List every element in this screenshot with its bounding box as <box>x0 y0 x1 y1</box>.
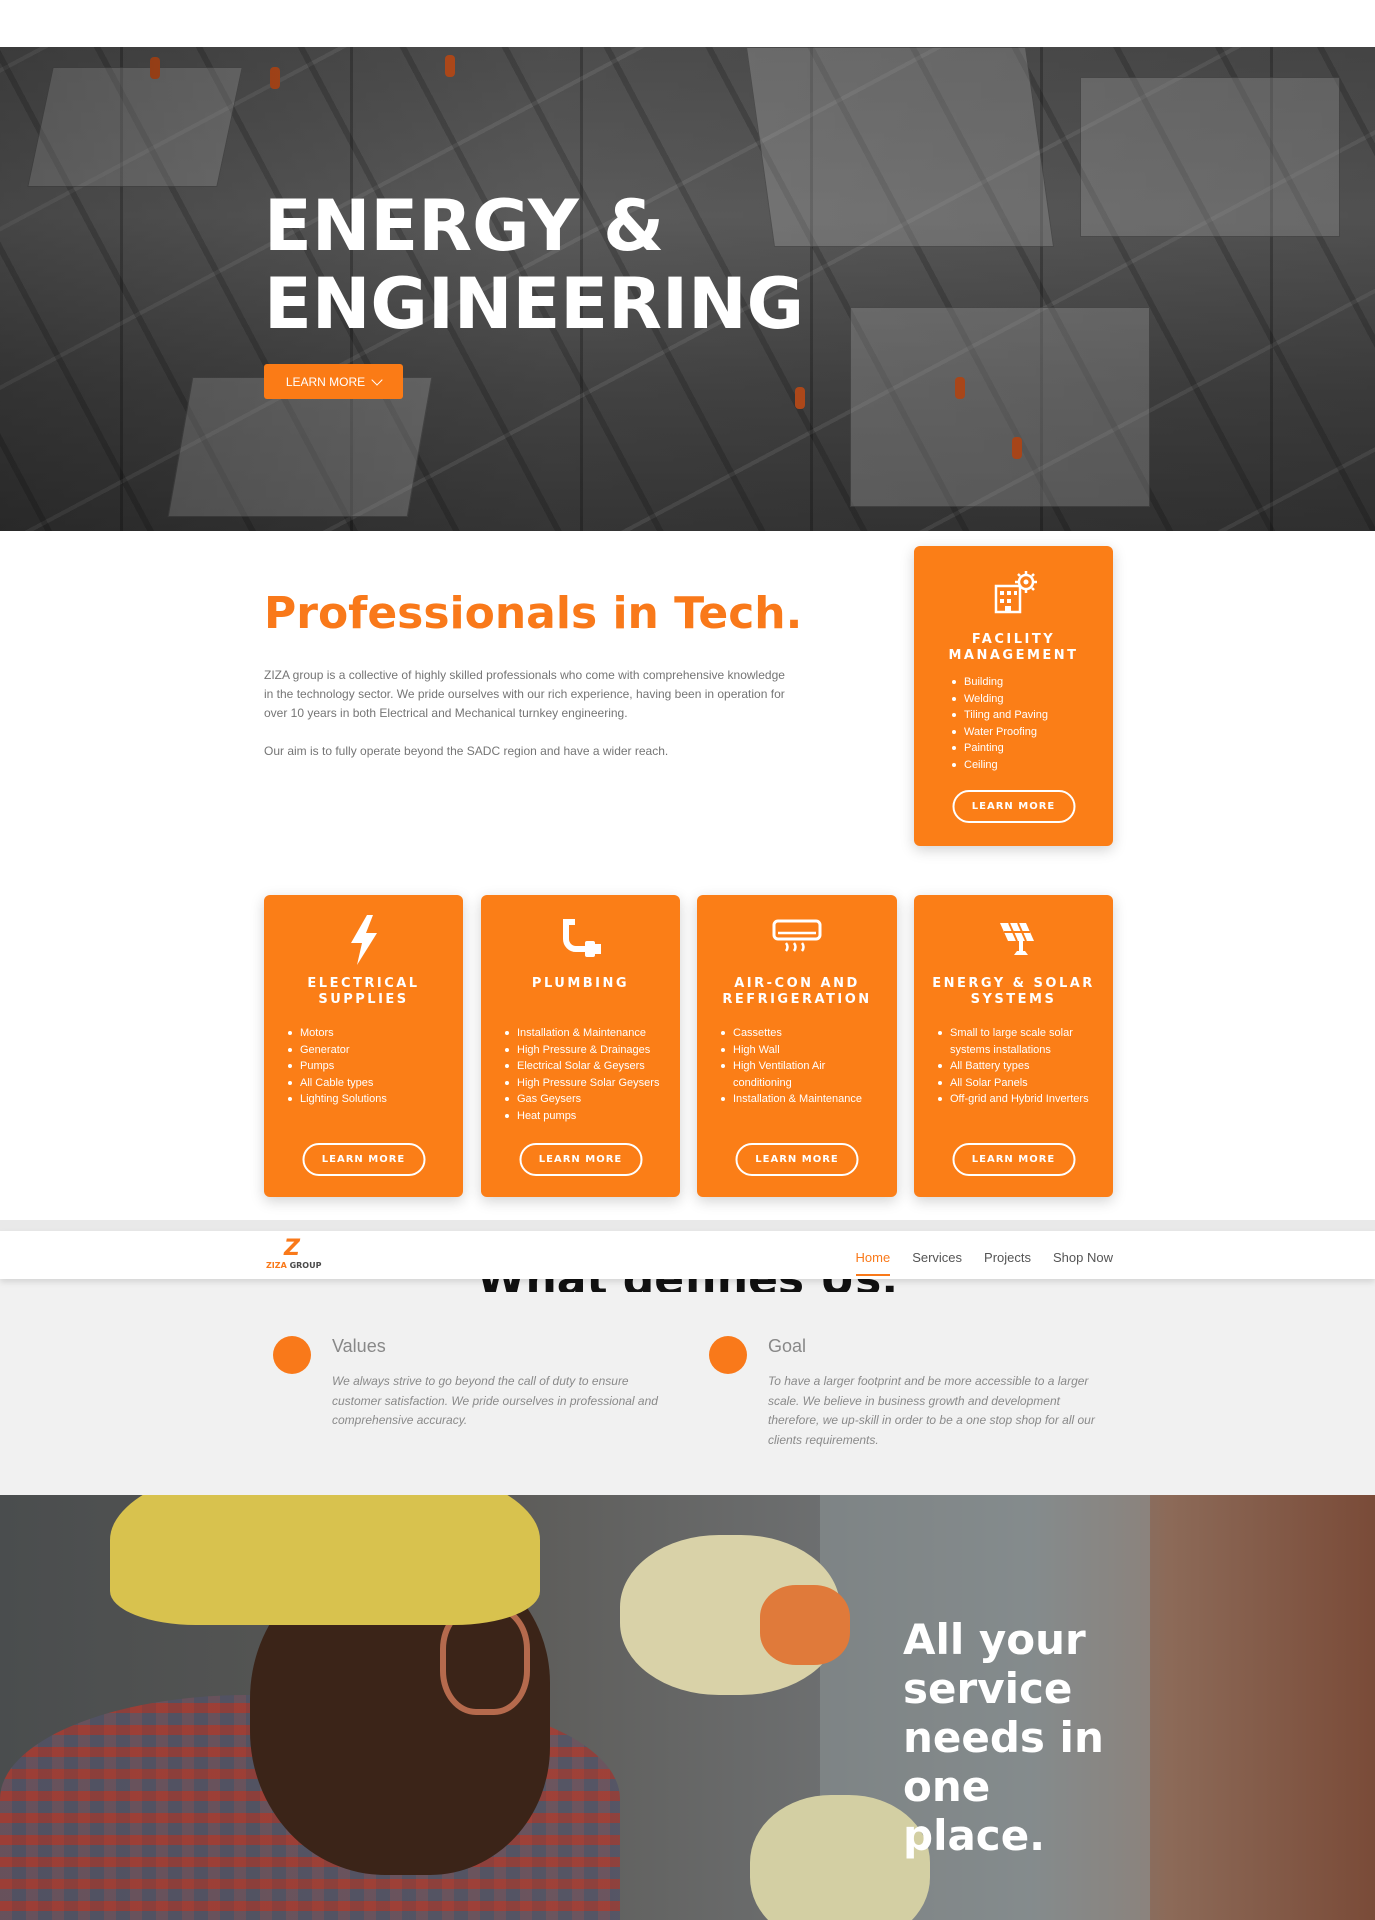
list-item: All Cable types <box>286 1075 456 1092</box>
logo-mark-icon: Z <box>284 1236 300 1261</box>
list-item: High Pressure Solar Geysers <box>503 1075 678 1092</box>
list-item: Tiling and Paving <box>950 707 1048 724</box>
card-list: Building Welding Tiling and Paving Water… <box>950 674 1048 773</box>
card-title: ENERGY & SOLAR SYSTEMS <box>932 976 1095 1007</box>
nav-links: Home Services Projects Shop Now <box>855 1231 1113 1279</box>
list-item: High Pressure & Drainages <box>503 1042 678 1059</box>
list-item: Ceiling <box>950 757 1048 774</box>
nav-link-home[interactable]: Home <box>855 1246 890 1276</box>
intro-paragraph: Our aim is to fully operate beyond the S… <box>264 744 669 758</box>
goal-dot-icon <box>709 1336 747 1374</box>
list-item: Water Proofing <box>950 724 1048 741</box>
card-title: FACILITY MANAGEMENT <box>948 632 1079 663</box>
nav-link-projects[interactable]: Projects <box>984 1246 1031 1265</box>
intro-paragraph: ZIZA group is a collective of highly ski… <box>264 668 785 720</box>
goal-title: Goal <box>768 1336 807 1356</box>
list-item: Generator <box>286 1042 456 1059</box>
hero-learn-more-button[interactable]: LEARN MORE <box>264 364 403 399</box>
sticky-navbar: Z ZIZA GROUP Home Services Projects Shop… <box>0 1231 1375 1279</box>
logo-text-part2: GROUP <box>286 1261 322 1270</box>
nav-link-shop-now[interactable]: Shop Now <box>1053 1246 1113 1265</box>
hero-title-line2: ENGINEERING <box>264 263 805 345</box>
list-item: Off-grid and Hybrid Inverters <box>936 1091 1106 1108</box>
hero-title-line1: ENERGY & <box>264 185 665 267</box>
nav-link-services[interactable]: Services <box>912 1246 962 1265</box>
list-item: Lighting Solutions <box>286 1091 456 1108</box>
hero-button-label: LEARN MORE <box>285 374 366 389</box>
hero-title: ENERGY & ENGINEERING <box>264 187 964 343</box>
logo-text-part1: ZIZA <box>266 1261 287 1270</box>
card-title: AIR-CON AND REFRIGERATION <box>722 976 872 1007</box>
air-conditioner-icon <box>772 919 822 952</box>
solar-learn-more-button[interactable]: LEARN MORE <box>952 1143 1075 1176</box>
list-item: Gas Geysers <box>503 1091 678 1108</box>
building-gear-icon <box>994 571 1037 614</box>
ziza-logo[interactable]: Z ZIZA GROUP <box>264 1237 324 1273</box>
intro-title: Professionals in Tech. <box>264 588 803 639</box>
list-item: All Solar Panels <box>936 1075 1106 1092</box>
aircon-learn-more-button[interactable]: LEARN MORE <box>735 1143 859 1176</box>
lightning-icon <box>350 915 377 965</box>
pipe-faucet-icon <box>562 919 601 957</box>
electrical-learn-more-button[interactable]: LEARN MORE <box>302 1143 425 1176</box>
values-dot-icon <box>273 1336 311 1374</box>
service-card-electrical: ELECTRICAL SUPPLIES Motors Generator Pum… <box>264 895 463 1197</box>
logo-text: ZIZA GROUP <box>266 1261 321 1270</box>
card-list: Installation & Maintenance High Pressure… <box>503 1025 678 1124</box>
list-item: Installation & Maintenance <box>719 1091 884 1108</box>
values-title: Values <box>332 1336 386 1356</box>
service-card-plumbing: PLUMBING Installation & Maintenance High… <box>481 895 680 1197</box>
list-item: Cassettes <box>719 1025 884 1042</box>
values-text: We always strive to go beyond the call o… <box>332 1374 658 1427</box>
list-item: High Ventilation Air conditioning <box>719 1058 884 1091</box>
card-list: Small to large scale solar systems insta… <box>936 1025 1106 1108</box>
card-title: ELECTRICAL SUPPLIES <box>307 976 420 1007</box>
list-item: Heat pumps <box>503 1108 678 1125</box>
service-card-solar: ENERGY & SOLAR SYSTEMS Small to large sc… <box>914 895 1113 1197</box>
list-item: Electrical Solar & Geysers <box>503 1058 678 1075</box>
list-item: Welding <box>950 691 1048 708</box>
service-card-facility: FACILITY MANAGEMENT Building Welding Til… <box>914 546 1113 846</box>
plumbing-learn-more-button[interactable]: LEARN MORE <box>519 1143 642 1176</box>
list-item: Motors <box>286 1025 456 1042</box>
list-item: All Battery types <box>936 1058 1106 1075</box>
banner-slogan: All your service needs in one place. <box>903 1615 1104 1860</box>
hero-section: ENERGY & ENGINEERING LEARN MORE <box>0 47 1375 531</box>
card-title: PLUMBING <box>531 976 630 991</box>
card-list: Motors Generator Pumps All Cable types L… <box>286 1025 456 1108</box>
service-banner: All your service needs in one place. <box>0 1495 1375 1920</box>
list-item: Building <box>950 674 1048 691</box>
list-item: Small to large scale solar systems insta… <box>936 1025 1106 1058</box>
chevron-down-icon <box>371 373 383 386</box>
solar-panel-icon <box>999 922 1034 955</box>
card-list: Cassettes High Wall High Ventilation Air… <box>719 1025 884 1108</box>
list-item: Installation & Maintenance <box>503 1025 678 1042</box>
list-item: Pumps <box>286 1058 456 1075</box>
list-item: Painting <box>950 740 1048 757</box>
service-card-aircon: AIR-CON AND REFRIGERATION Cassettes High… <box>697 895 897 1197</box>
goal-text: To have a larger footprint and be more a… <box>768 1374 1095 1447</box>
facility-learn-more-button[interactable]: LEARN MORE <box>952 790 1075 823</box>
list-item: High Wall <box>719 1042 884 1059</box>
glove-tip <box>760 1585 850 1665</box>
hard-hat <box>110 1495 540 1625</box>
